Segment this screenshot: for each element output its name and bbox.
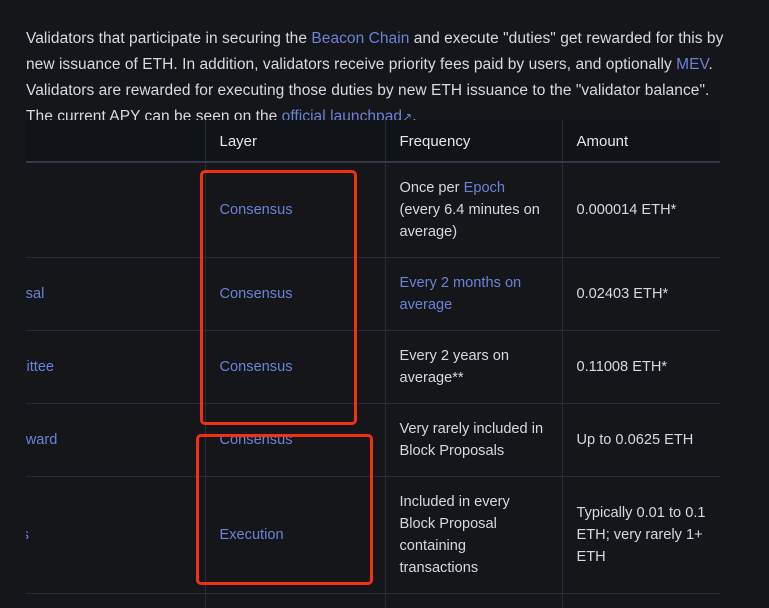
cell-amount: 0.02403 ETH*	[562, 257, 720, 331]
cell-frequency: Once per Epoch (every 6.4 minutes on ave…	[385, 162, 563, 258]
cell-layer: Consensus	[205, 403, 386, 477]
layer-link[interactable]: Consensus	[220, 202, 293, 218]
frequency-link[interactable]: Every 2 months on average	[400, 275, 522, 313]
reward-type-link[interactable]: Block Proposal	[26, 286, 44, 302]
table-row: MEV RewardsExecutionAlso included in Blo…	[26, 593, 720, 608]
cell-frequency: Also included in Block Proposals when us…	[385, 593, 563, 608]
page-root: Validators that participate in securing …	[0, 0, 769, 608]
layer-link[interactable]: Consensus	[220, 359, 293, 375]
cell-layer: Consensus	[205, 257, 386, 331]
frequency-text: Once per	[399, 180, 464, 196]
column-header-type: Type	[26, 120, 206, 163]
layer-link[interactable]: Consensus	[220, 286, 293, 302]
cell-amount: Typically 0.01 to 0.1 ETH; very rarely 1…	[562, 593, 720, 608]
intro-paragraph: Validators that participate in securing …	[26, 26, 726, 130]
intro-link[interactable]: Beacon Chain	[311, 30, 409, 47]
reward-type-link[interactable]: Priority Fees	[26, 527, 29, 543]
frequency-text: Included in every Block Proposal contain…	[399, 494, 510, 576]
table-row: Block Proposal Consensus Every 2 months on…	[26, 257, 720, 331]
cell-type: Sync Committee	[26, 330, 206, 404]
layer-link[interactable]: Execution	[220, 527, 284, 543]
cell-layer: Execution	[205, 476, 386, 594]
cell-type: Attestation	[26, 162, 206, 258]
frequency-text: Every 2 years on average**	[399, 348, 510, 386]
table-row: Priority Fees Execution Included in every …	[26, 476, 720, 594]
cell-frequency: Every 2 months on average	[385, 257, 563, 331]
cell-type: Priority Fees	[26, 476, 206, 594]
layer-link[interactable]: Consensus	[220, 432, 293, 448]
table-row: Slashing Reward Consensus Very rarely incl…	[26, 403, 720, 477]
cell-frequency: Included in every Block Proposal contain…	[385, 476, 563, 594]
frequency-link[interactable]: Epoch	[464, 180, 505, 196]
cell-type: MEV Rewards	[26, 593, 206, 608]
cell-type: Block Proposal	[26, 257, 206, 331]
cell-amount: Typically 0.01 to 0.1 ETH; very rarely 1…	[562, 476, 720, 594]
cell-frequency: Very rarely included in Block Proposals	[385, 403, 563, 477]
intro-text: Validators that participate in securing …	[26, 29, 312, 47]
rewards-table-container: Type Layer Frequency Amount Attestation C…	[26, 120, 720, 608]
cell-type: Slashing Reward	[26, 403, 206, 477]
column-header-frequency: Frequency	[385, 120, 563, 163]
cell-layer: Consensus	[205, 330, 386, 404]
cell-layer: Execution	[205, 593, 386, 608]
cell-amount: 0.000014 ETH*	[562, 162, 720, 258]
table-body: Attestation Consensus Once per Epoch (ever…	[26, 162, 720, 608]
cell-layer: Consensus	[205, 162, 386, 258]
frequency-text: (every 6.4 minutes on average)	[399, 202, 540, 240]
cell-amount: 0.11008 ETH*	[562, 330, 720, 404]
column-header-layer: Layer	[205, 120, 386, 163]
cell-frequency: Every 2 years on average**	[385, 330, 563, 404]
validator-rewards-table: Type Layer Frequency Amount Attestation C…	[26, 120, 720, 608]
frequency-text: Very rarely included in Block Proposals	[399, 421, 544, 459]
table-header-row: Type Layer Frequency Amount	[26, 120, 720, 163]
reward-type-link[interactable]: Sync Committee	[26, 359, 54, 375]
reward-type-link[interactable]: Slashing Reward	[26, 432, 57, 448]
column-header-amount: Amount	[562, 120, 720, 163]
cell-amount: Up to 0.0625 ETH	[562, 403, 720, 477]
table-row: Attestation Consensus Once per Epoch (ever…	[26, 162, 720, 258]
intro-link[interactable]: MEV	[676, 56, 708, 73]
table-row: Sync Committee Consensus Every 2 years on …	[26, 330, 720, 404]
table-header: Type Layer Frequency Amount	[26, 120, 720, 163]
